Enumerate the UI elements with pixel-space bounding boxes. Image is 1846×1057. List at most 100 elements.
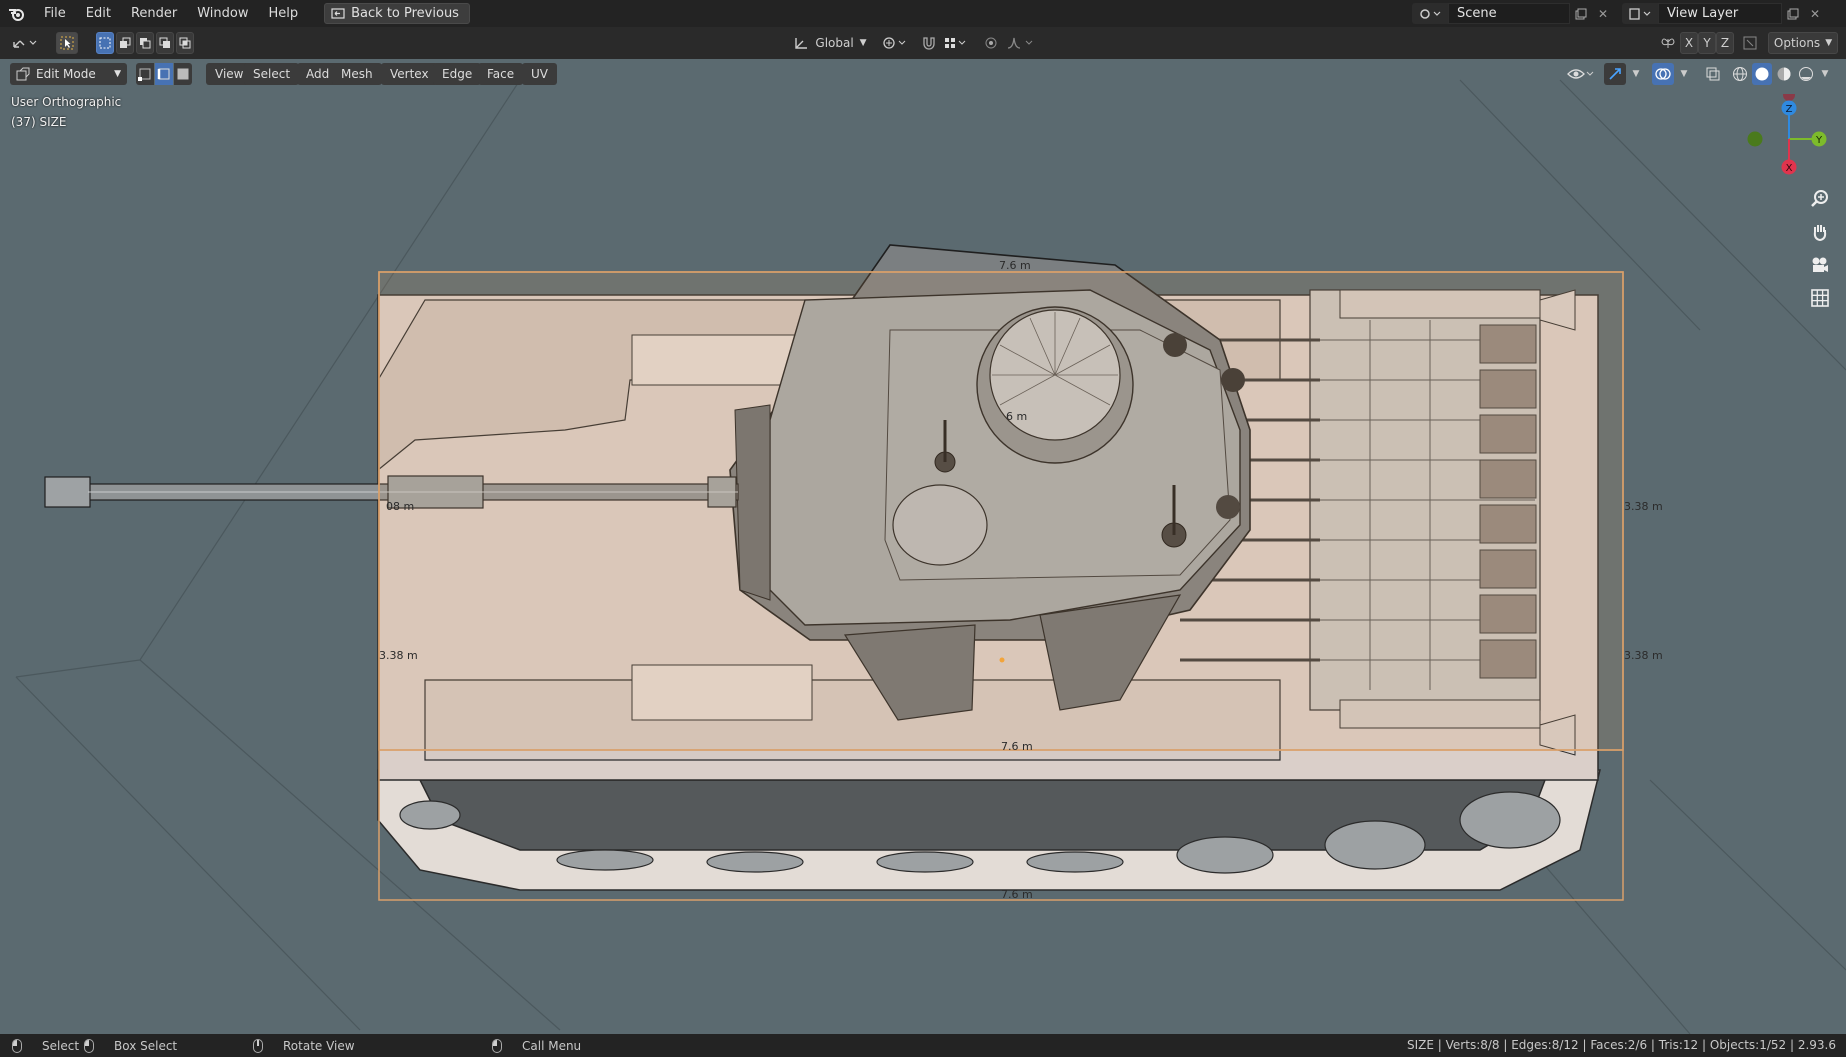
delete-scene-button[interactable]: ✕ bbox=[1592, 3, 1614, 24]
chevron-down-icon: ▼ bbox=[1680, 69, 1688, 79]
dim-bottom-outer: 7.6 m bbox=[1001, 888, 1033, 901]
perspective-toggle-button[interactable] bbox=[1806, 284, 1834, 312]
shading-solid-button[interactable] bbox=[1752, 63, 1772, 85]
mirror-options-icon[interactable] bbox=[1658, 32, 1678, 54]
back-to-previous-button[interactable]: Back to Previous bbox=[324, 3, 470, 24]
face-select-mode-button[interactable] bbox=[174, 63, 192, 85]
magnet-icon bbox=[923, 37, 935, 50]
xray-icon bbox=[1706, 67, 1720, 81]
orientation-label: Global bbox=[815, 36, 854, 50]
merge-icon bbox=[1743, 36, 1757, 50]
select-mode-subtract-button[interactable] bbox=[136, 32, 154, 54]
select-mode-invert-button[interactable] bbox=[156, 32, 174, 54]
mirror-y-toggle[interactable]: Y bbox=[1698, 32, 1716, 54]
select-intersect-icon bbox=[179, 37, 191, 49]
pivot-icon bbox=[883, 37, 906, 49]
dim-right-lower: 3.38 m bbox=[1624, 649, 1663, 662]
gizmo-x-label: X bbox=[1786, 163, 1793, 174]
new-scene-button[interactable] bbox=[1570, 3, 1592, 24]
select-mode-intersect-button[interactable] bbox=[176, 32, 194, 54]
snap-toggle[interactable] bbox=[918, 32, 940, 54]
view-layer-browse-button[interactable] bbox=[1622, 3, 1658, 24]
mirror-z-toggle[interactable]: Z bbox=[1716, 32, 1734, 54]
delete-view-layer-button[interactable]: ✕ bbox=[1804, 3, 1826, 24]
dim-top-front: 7.6 m bbox=[999, 259, 1031, 272]
rendered-sphere-icon bbox=[1799, 67, 1813, 81]
menu-help[interactable]: Help bbox=[259, 0, 309, 27]
shading-dropdown[interactable]: ▼ bbox=[1816, 63, 1834, 85]
vertex-select-mode-button[interactable] bbox=[136, 63, 154, 85]
close-icon: ✕ bbox=[1809, 6, 1821, 21]
mouse-drag-icon bbox=[84, 1038, 94, 1053]
back-to-previous-label: Back to Previous bbox=[351, 6, 459, 21]
editor-type-button[interactable] bbox=[8, 32, 42, 54]
visibility-dropdown[interactable] bbox=[1565, 63, 1597, 85]
view-layer-field[interactable]: View Layer bbox=[1658, 3, 1782, 24]
auto-merge-toggle[interactable] bbox=[1740, 32, 1760, 54]
menu-edge[interactable]: Edge bbox=[433, 63, 482, 85]
shading-rendered-button[interactable] bbox=[1796, 63, 1816, 85]
screen-back-icon bbox=[331, 7, 345, 19]
menu-uv[interactable]: UV bbox=[522, 63, 557, 85]
viewport-header: Edit Mode ▼ View Select Add Mesh Vertex … bbox=[0, 59, 1846, 89]
xray-toggle[interactable] bbox=[1702, 63, 1724, 85]
tool-select-button[interactable] bbox=[56, 32, 78, 54]
edge-select-mode-button[interactable] bbox=[155, 63, 173, 85]
viewport-scene[interactable] bbox=[0, 59, 1846, 1034]
dim-turret-inner: 6 m bbox=[1006, 410, 1028, 423]
camera-icon bbox=[1812, 257, 1828, 272]
scene-browse-button[interactable] bbox=[1412, 3, 1448, 24]
proportional-icon bbox=[985, 37, 997, 49]
menu-file[interactable]: File bbox=[34, 0, 76, 27]
material-sphere-icon bbox=[1777, 67, 1791, 81]
menu-edit[interactable]: Edit bbox=[76, 0, 121, 27]
scene-name-field[interactable]: Scene bbox=[1448, 3, 1570, 24]
overlays-toggle[interactable] bbox=[1652, 63, 1674, 85]
chevron-down-icon: ▼ bbox=[114, 69, 121, 79]
snap-target-dropdown[interactable] bbox=[942, 32, 970, 54]
zoom-button[interactable] bbox=[1806, 185, 1834, 213]
status-call-menu-label: Call Menu bbox=[522, 1038, 582, 1053]
pivot-point-dropdown[interactable] bbox=[880, 32, 910, 54]
menu-vertex[interactable]: Vertex bbox=[381, 63, 438, 85]
dim-bottom-inner: 7.6 m bbox=[1001, 740, 1033, 753]
view-layer-icon bbox=[1629, 7, 1651, 20]
menu-select[interactable]: Select bbox=[244, 63, 300, 85]
menu-face[interactable]: Face bbox=[478, 63, 524, 85]
menu-window[interactable]: Window bbox=[187, 0, 258, 27]
interaction-mode-dropdown[interactable]: Edit Mode ▼ bbox=[10, 63, 127, 85]
menu-mesh[interactable]: Mesh bbox=[332, 63, 382, 85]
options-dropdown[interactable]: Options ▼ bbox=[1768, 32, 1838, 54]
select-mode-extend-button[interactable] bbox=[116, 32, 134, 54]
overlays-dropdown[interactable]: ▼ bbox=[1675, 63, 1693, 85]
orientation-global-icon bbox=[795, 38, 808, 49]
status-call-menu: Call Menu bbox=[492, 1034, 581, 1057]
butterfly-icon bbox=[1661, 38, 1675, 48]
scene-selector: Scene ✕ View Layer ✕ bbox=[1412, 3, 1826, 24]
3d-viewport[interactable]: 7.6 m 6 m 08 m 3.38 m 7.6 m 7.6 m 3.38 m… bbox=[0, 59, 1846, 1034]
shading-wireframe-button[interactable] bbox=[1730, 63, 1750, 85]
select-mode-new-button[interactable] bbox=[96, 32, 114, 54]
status-box-select: Box Select bbox=[84, 1034, 177, 1057]
3d-view-icon bbox=[13, 40, 37, 48]
pan-button[interactable] bbox=[1806, 218, 1834, 246]
mouse-left-icon bbox=[12, 1038, 22, 1053]
gizmo-z-label: Z bbox=[1786, 104, 1793, 115]
proportional-falloff-dropdown[interactable] bbox=[1004, 32, 1038, 54]
new-view-layer-button[interactable] bbox=[1782, 3, 1804, 24]
scene-statistics: SIZE | Verts:8/8 | Edges:8/12 | Faces:2/… bbox=[1407, 1038, 1836, 1052]
camera-view-button[interactable] bbox=[1806, 251, 1834, 279]
mirror-x-toggle[interactable]: X bbox=[1680, 32, 1698, 54]
blender-logo-icon[interactable] bbox=[0, 0, 34, 27]
overlay-icon bbox=[1655, 68, 1671, 80]
shading-material-button[interactable] bbox=[1774, 63, 1794, 85]
transform-orientation-dropdown[interactable]: Global ▼ bbox=[786, 32, 874, 54]
gizmo-dropdown[interactable]: ▼ bbox=[1627, 63, 1645, 85]
navigation-gizmo[interactable]: Z Y X bbox=[1740, 94, 1830, 184]
chevron-down-icon: ▼ bbox=[1825, 38, 1833, 48]
gizmo-toggle[interactable] bbox=[1604, 63, 1626, 85]
select-subtract-icon bbox=[140, 38, 151, 49]
menu-render[interactable]: Render bbox=[121, 0, 187, 27]
proportional-editing-toggle[interactable] bbox=[980, 32, 1002, 54]
wireframe-sphere-icon bbox=[1733, 67, 1747, 81]
